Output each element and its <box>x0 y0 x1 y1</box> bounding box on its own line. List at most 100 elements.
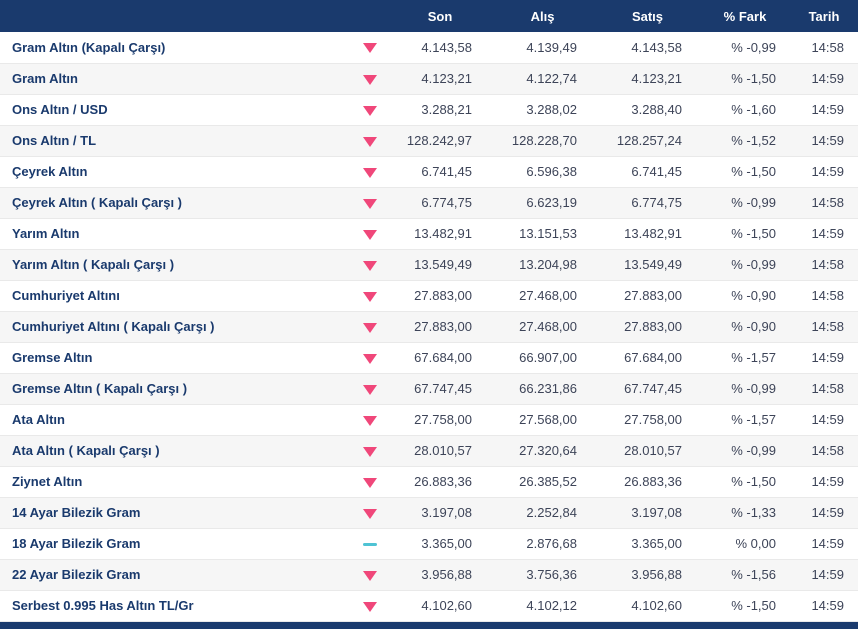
table-row[interactable]: Serbest 0.995 Has Altın TL/Gr 4.102,60 4… <box>0 590 858 621</box>
tarih-value: 14:59 <box>811 412 844 427</box>
trend-cell <box>350 497 390 528</box>
son-value: 6.774,75 <box>421 195 472 210</box>
trend-cell <box>350 373 390 404</box>
trend-down-icon <box>363 43 377 54</box>
table-row[interactable]: Çeyrek Altın 6.741,45 6.596,38 6.741,45 … <box>0 156 858 187</box>
alis-value: 66.907,00 <box>519 350 577 365</box>
table-row[interactable]: 14 Ayar Bilezik Gram 3.197,08 2.252,84 3… <box>0 497 858 528</box>
instrument-name[interactable]: Yarım Altın ( Kapalı Çarşı ) <box>0 249 350 280</box>
trend-cell <box>350 125 390 156</box>
table-row[interactable]: Çeyrek Altın ( Kapalı Çarşı ) 6.774,75 6… <box>0 187 858 218</box>
trend-down-icon <box>363 136 377 147</box>
tarih-value: 14:58 <box>811 39 844 55</box>
table-row[interactable]: 18 Ayar Bilezik Gram 3.365,00 2.876,68 3… <box>0 528 858 559</box>
table-row[interactable]: Gremse Altın 67.684,00 66.907,00 67.684,… <box>0 342 858 373</box>
trend-cell <box>350 404 390 435</box>
instrument-name[interactable]: Ata Altın <box>0 404 350 435</box>
fark-value: % -1,50 <box>731 226 776 241</box>
table-row[interactable]: Ons Altın / TL 128.242,97 128.228,70 128… <box>0 125 858 156</box>
fark-value: % -1,50 <box>731 71 776 86</box>
fark-value: % -1,33 <box>731 505 776 520</box>
instrument-name[interactable]: Cumhuriyet Altını <box>0 280 350 311</box>
instrument-name[interactable]: 22 Ayar Bilezik Gram <box>0 559 350 590</box>
fark-value: % -1,50 <box>731 164 776 179</box>
trend-down-icon <box>363 384 377 395</box>
tarih-value: 14:58 <box>811 257 844 272</box>
tarih-value: 14:59 <box>811 350 844 365</box>
instrument-name[interactable]: Gram Altın (Kapalı Çarşı) <box>0 32 350 63</box>
alis-value: 4.122,74 <box>526 71 577 86</box>
instrument-name[interactable]: Ata Altın ( Kapalı Çarşı ) <box>0 435 350 466</box>
table-row[interactable]: Gram Altın 4.123,21 4.122,74 4.123,21 % … <box>0 63 858 94</box>
trend-down-icon <box>363 353 377 364</box>
instrument-name[interactable]: Yarım Altın <box>0 218 350 249</box>
table-row[interactable]: 22 Ayar Bilezik Gram 3.956,88 3.756,36 3… <box>0 559 858 590</box>
fark-value: % -1,60 <box>731 102 776 117</box>
fark-value: % -0,99 <box>731 39 776 55</box>
fark-value: % -1,50 <box>731 474 776 489</box>
alis-value: 4.102,12 <box>526 598 577 613</box>
tarih-value: 14:58 <box>811 319 844 334</box>
table-row[interactable]: Ziynet Altın 26.883,36 26.385,52 26.883,… <box>0 466 858 497</box>
table-row[interactable]: Ata Altın 27.758,00 27.568,00 27.758,00 … <box>0 404 858 435</box>
trend-down-icon <box>363 601 377 612</box>
trend-cell <box>350 187 390 218</box>
trend-down-icon <box>363 167 377 178</box>
satis-value: 67.747,45 <box>624 381 682 396</box>
instrument-name[interactable]: Çeyrek Altın <box>0 156 350 187</box>
trend-column-header <box>350 0 390 32</box>
trend-down-icon <box>363 74 377 85</box>
son-value: 13.549,49 <box>414 257 472 272</box>
trend-down-icon <box>363 415 377 426</box>
instrument-name[interactable]: Serbest 0.995 Has Altın TL/Gr <box>0 590 350 621</box>
table-row[interactable]: Ons Altın / USD 3.288,21 3.288,02 3.288,… <box>0 94 858 125</box>
trend-down-icon <box>363 105 377 116</box>
alis-value: 128.228,70 <box>511 133 577 148</box>
tarih-value: 14:58 <box>811 443 844 458</box>
instrument-name[interactable]: Gremse Altın <box>0 342 350 373</box>
instrument-name[interactable]: Ziynet Altın <box>0 466 350 497</box>
trend-cell <box>350 311 390 342</box>
instrument-name[interactable]: Cumhuriyet Altını ( Kapalı Çarşı ) <box>0 311 350 342</box>
satis-value: 67.684,00 <box>624 350 682 365</box>
instrument-name[interactable]: Gram Altın <box>0 63 350 94</box>
table-row[interactable]: Yarım Altın ( Kapalı Çarşı ) 13.549,49 1… <box>0 249 858 280</box>
fark-column-header: % Fark <box>700 0 790 32</box>
table-row[interactable]: Cumhuriyet Altını 27.883,00 27.468,00 27… <box>0 280 858 311</box>
trend-cell <box>350 280 390 311</box>
instrument-name[interactable]: Ons Altın / TL <box>0 125 350 156</box>
satis-value: 128.257,24 <box>616 133 682 148</box>
table-row[interactable]: Gremse Altın ( Kapalı Çarşı ) 67.747,45 … <box>0 373 858 404</box>
fark-value: % -1,57 <box>731 412 776 427</box>
table-row[interactable]: Gram Altın (Kapalı Çarşı) 4.143,58 4.139… <box>0 32 858 63</box>
table-row[interactable]: Cumhuriyet Altını ( Kapalı Çarşı ) 27.88… <box>0 311 858 342</box>
son-value: 4.143,58 <box>421 39 472 55</box>
table-row[interactable]: Ata Altın ( Kapalı Çarşı ) 28.010,57 27.… <box>0 435 858 466</box>
instrument-name[interactable]: 14 Ayar Bilezik Gram <box>0 497 350 528</box>
instrument-name[interactable]: Çeyrek Altın ( Kapalı Çarşı ) <box>0 187 350 218</box>
satis-value: 3.956,88 <box>631 567 682 582</box>
fark-value: % -0,99 <box>731 257 776 272</box>
instrument-name[interactable]: Ons Altın / USD <box>0 94 350 125</box>
satis-value: 27.758,00 <box>624 412 682 427</box>
son-value: 128.242,97 <box>406 133 472 148</box>
gold-table-body: Gram Altın (Kapalı Çarşı) 4.143,58 4.139… <box>0 32 858 621</box>
trend-down-icon <box>363 260 377 271</box>
trend-flat-icon <box>363 543 377 547</box>
trend-cell <box>350 559 390 590</box>
table-row[interactable]: Yarım Altın 13.482,91 13.151,53 13.482,9… <box>0 218 858 249</box>
trend-down-icon <box>363 229 377 240</box>
son-value: 27.883,00 <box>414 319 472 334</box>
instrument-name[interactable]: Gremse Altın ( Kapalı Çarşı ) <box>0 373 350 404</box>
trend-cell <box>350 218 390 249</box>
satis-value: 27.883,00 <box>624 319 682 334</box>
fark-value: % -0,99 <box>731 381 776 396</box>
satis-value: 13.482,91 <box>624 226 682 241</box>
fark-value: % -0,99 <box>731 195 776 210</box>
instrument-name[interactable]: 18 Ayar Bilezik Gram <box>0 528 350 559</box>
son-value: 67.684,00 <box>414 350 472 365</box>
satis-value: 26.883,36 <box>624 474 682 489</box>
tarih-value: 14:59 <box>811 474 844 489</box>
son-value: 26.883,36 <box>414 474 472 489</box>
trend-down-icon <box>363 570 377 581</box>
